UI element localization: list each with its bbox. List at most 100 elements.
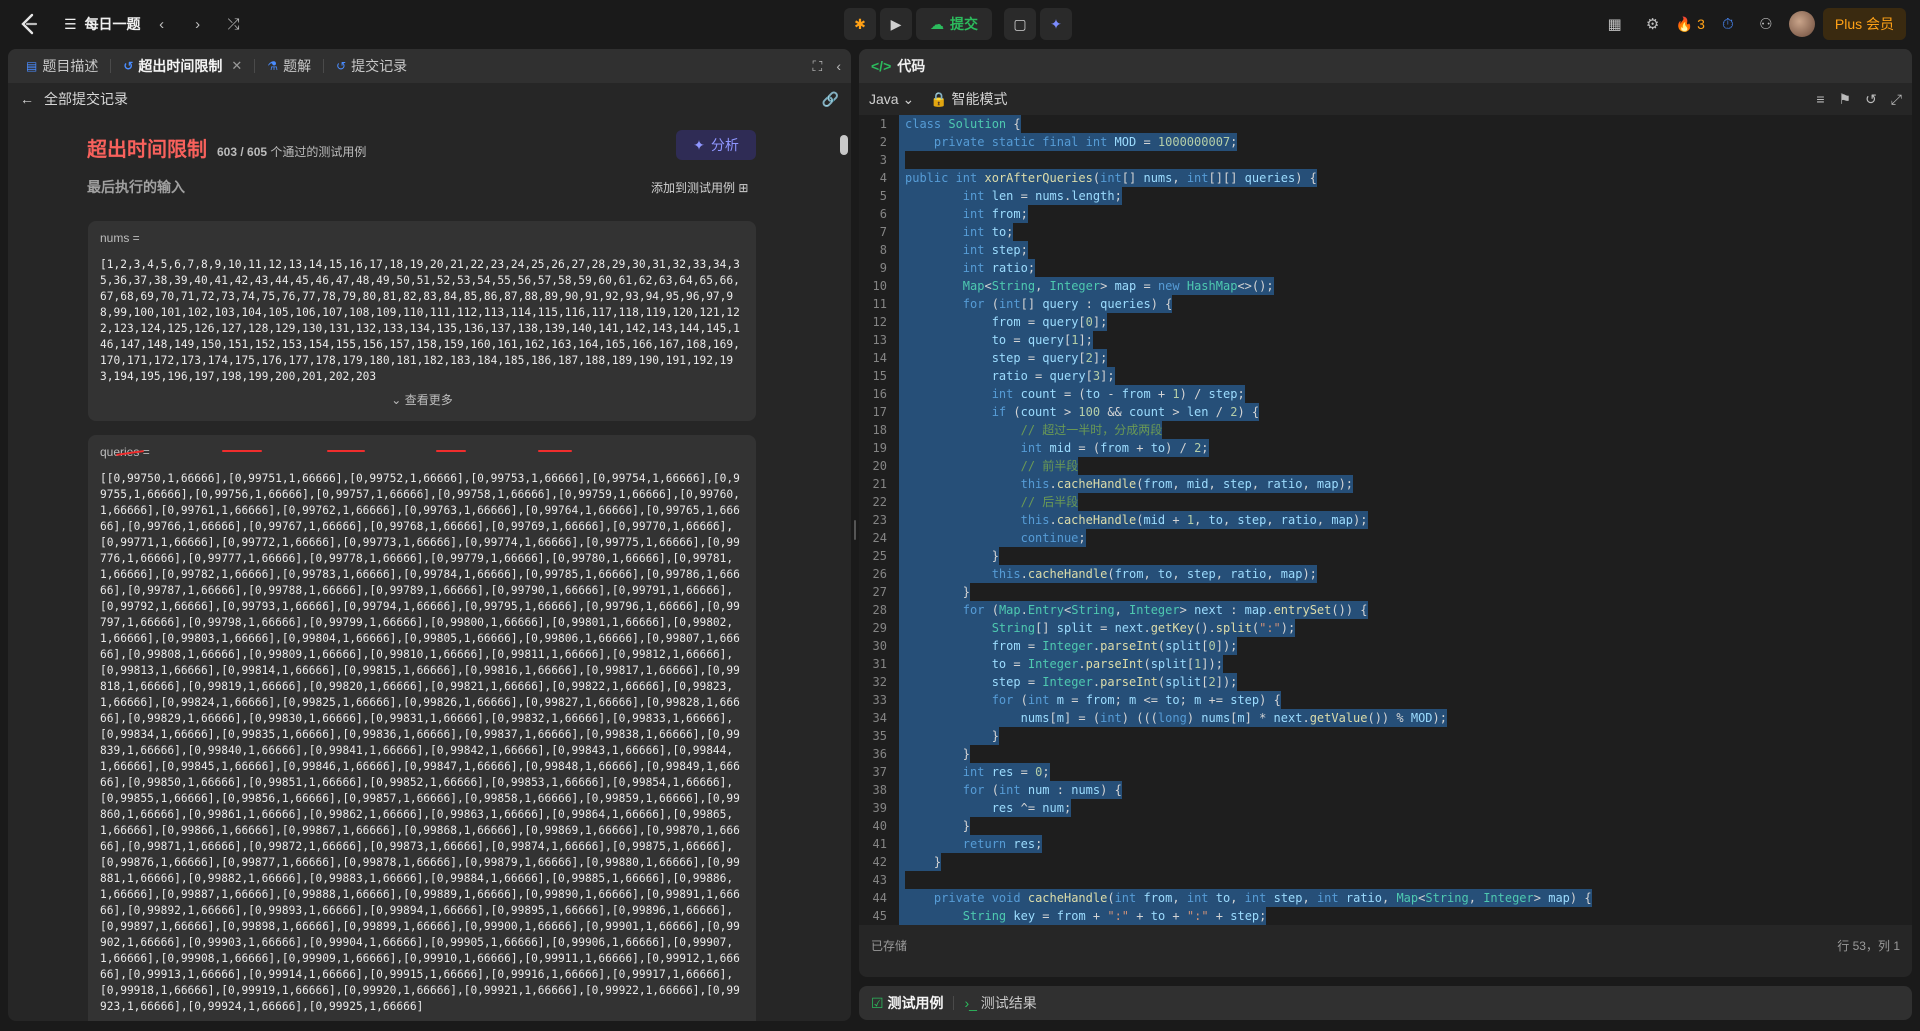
all-submissions-link[interactable]: 全部提交记录 [44,89,128,109]
annotation-mark [222,450,262,452]
code-header: </> 代码 [859,49,1912,83]
tab-solutions[interactable]: ⚗ 题解 [259,49,319,83]
reset-icon[interactable]: ↺ [1865,91,1877,108]
format-icon[interactable]: ≡ [1816,91,1824,108]
passed-ratio: 603 / 605 [217,145,268,159]
tab-label: 提交记录 [351,58,408,74]
invite-button[interactable]: ⚇ [1751,9,1781,39]
collapse-icon[interactable]: ‹ [836,58,841,75]
notes-button[interactable]: ▢ [1004,8,1036,40]
language-select[interactable]: Java ⌄ [869,91,914,108]
share-link-icon[interactable]: 🔗 [822,91,839,108]
tab-label: 超出时间限制 [138,58,223,74]
tab-time-limit-exceeded[interactable]: ↺ 超出时间限制 ✕ [115,49,250,83]
smart-mode-toggle[interactable]: 🔒 智能模式 [930,89,1007,109]
terminal-icon: ›_ [964,995,977,1011]
queries-value: [[0,99750,1,66666],[0,99751,1,66666],[0,… [100,472,740,1013]
bug-icon: ✱ [854,15,866,32]
sparkle-icon: ✦ [1050,15,1062,32]
settings-button[interactable]: ⚙ [1638,9,1668,39]
shuffle-icon: ⤮ [227,15,240,33]
back-arrow-icon[interactable]: ← [20,91,34,107]
add-list-icon: ⊞ [738,181,749,195]
see-more-button[interactable]: ⌄ 查看更多 [100,391,744,408]
cloud-upload-icon: ☁ [930,15,944,32]
tab-description[interactable]: ▤ 题目描述 [18,49,106,83]
random-problem-button[interactable]: ⤮ [219,9,249,39]
tab-test-results[interactable]: ›_ 测试结果 [964,993,1036,1013]
timer-button[interactable]: ⏱ [1713,9,1743,39]
smart-mode-label: 智能模式 [951,91,1008,107]
run-button[interactable]: ▶ [880,8,912,40]
tab-divider [110,59,112,73]
prev-problem-button[interactable]: ‹ [147,9,177,39]
passed-count: 603 / 605 个通过的测试用例 [217,143,366,160]
streak-counter[interactable]: 🔥 3 [1676,16,1705,33]
testcase-panel: ☑ 测试用例 ›_ 测试结果 [859,986,1912,1020]
history-icon: ↺ [336,59,347,73]
problem-list-label: 每日一题 [84,16,141,32]
save-status: 已存储 [871,938,908,953]
submit-label: 提交 [950,16,978,32]
testcase-tab-bar: ☑ 测试用例 ›_ 测试结果 [859,986,1912,1020]
tab-submissions[interactable]: ↺ 提交记录 [328,49,415,83]
nums-value: [1,2,3,4,5,6,7,8,9,10,11,12,13,14,15,16,… [100,258,740,383]
resize-handle[interactable] [854,520,856,540]
annotation-mark [327,450,365,452]
tab-testcases[interactable]: ☑ 测试用例 [871,993,943,1013]
document-icon: ▤ [26,59,38,73]
list-icon: ☰ [64,15,77,32]
tab-divider [953,996,955,1010]
problem-list-button[interactable]: ☰ 每日一题 [64,14,141,34]
code-toolbar: Java ⌄ 🔒 智能模式 ≡ ⚑ ↺ ⤢ [859,83,1912,115]
nums-label: nums = [100,231,140,245]
submission-subheader: ← 全部提交记录 🔗 [8,83,851,115]
code-title: 代码 [897,58,926,74]
expand-icon[interactable]: ⤢ [1891,91,1902,108]
add-to-testcase-label: 添加到测试用例 [651,181,736,195]
checkbox-icon: ☑ [871,995,884,1011]
scrollbar-thumb[interactable] [840,135,848,155]
code-icon: </> [871,58,892,74]
layout-button[interactable]: ▦ [1600,9,1630,39]
editor-status-bar: 已存储 行 53，列 1 [859,925,1912,965]
add-to-testcase-button[interactable]: 添加到测试用例 ⊞ [651,179,748,196]
code-editor[interactable]: 1 class Solution { 2 private static final… [859,115,1912,925]
ai-assistant-button[interactable]: ✦ [1040,8,1072,40]
passed-suffix: 个通过的测试用例 [270,145,367,159]
tab-label: 测试用例 [887,995,944,1011]
add-user-icon: ⚇ [1759,16,1773,33]
tab-label: 题目描述 [42,58,99,74]
chevron-down-icon: ⌄ [391,393,402,407]
bookmark-icon[interactable]: ⚑ [1839,91,1852,108]
left-panel: ▤ 题目描述 ↺ 超出时间限制 ✕ ⚗ 题解 ↺ 提交记录 ⛶ ‹ ← 全部提交… [8,49,851,1021]
submit-button[interactable]: ☁ 提交 [916,8,992,40]
tab-label: 题解 [283,58,312,74]
last-input-heading: 最后执行的输入 [87,179,185,195]
close-icon[interactable]: ✕ [231,58,242,74]
grid-icon: ▦ [1607,16,1622,33]
debug-button[interactable]: ✱ [844,8,876,40]
leetcode-logo[interactable] [18,13,40,35]
cursor-position: 行 53，列 1 [1837,938,1900,953]
chevron-right-icon: › [195,15,201,33]
analyze-button[interactable]: ✦ 分析 [676,130,756,160]
next-problem-button[interactable]: › [183,9,213,39]
tab-divider [323,59,325,73]
avatar[interactable] [1788,11,1815,37]
queries-input-box: queries = [[0,99750,1,66666],[0,99751,1,… [88,435,756,1021]
tab-label: 测试结果 [980,995,1037,1011]
note-icon: ▢ [1013,15,1027,32]
verdict-title: 超出时间限制 [87,139,207,161]
see-more-label: 查看更多 [404,393,453,407]
nums-input-box: nums = [1,2,3,4,5,6,7,8,9,10,11,12,13,14… [88,221,756,421]
flask-icon: ⚗ [267,59,279,73]
top-bar: ☰ 每日一题 ‹ › ⤮ ✱ ▶ ☁ 提交 ▢ ✦ ▦ ⚙ 🔥 3 ⏱ ⚇ Pl… [0,0,1920,48]
stopwatch-icon: ⏱ [1722,15,1734,33]
tab-divider [254,59,256,73]
plus-membership-button[interactable]: Plus 会员 [1822,8,1906,40]
chevron-left-icon: ‹ [159,15,165,33]
maximize-icon[interactable]: ⛶ [813,58,823,75]
history-icon: ↺ [123,59,134,73]
analyze-label: 分析 [710,137,739,153]
